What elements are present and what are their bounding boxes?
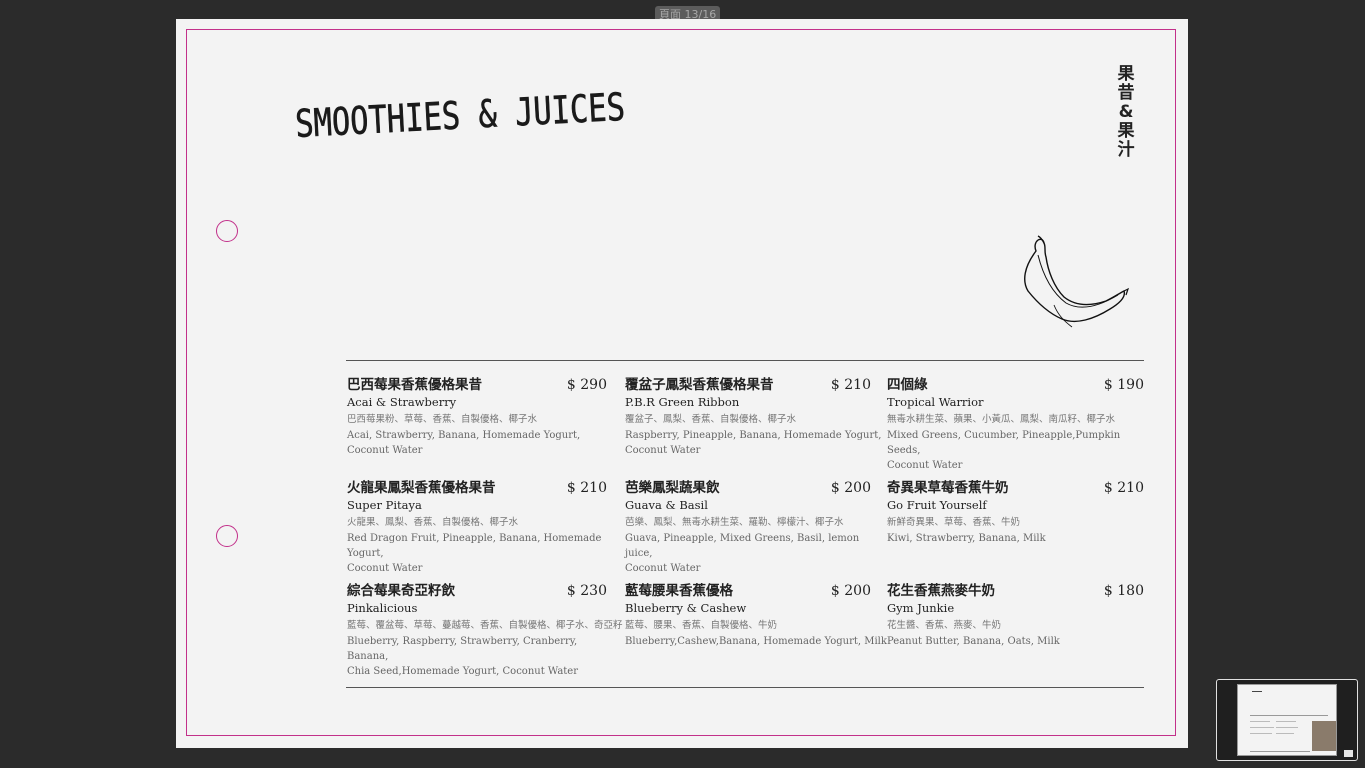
vertical-title-char: 果: [1117, 64, 1135, 84]
vertical-title-char: 果: [1117, 121, 1135, 141]
menu-item: 巴西莓果香蕉優格果昔 $ 290 Acai & Strawberry 巴西莓果粉…: [347, 376, 607, 458]
item-en-name: Gym Junkie: [887, 601, 955, 615]
item-zh-ingredients: 無毒水耕生菜、蘋果、小黃瓜、鳳梨、南瓜籽、椰子水: [887, 414, 1116, 425]
item-price: $ 210: [566, 480, 607, 496]
item-zh-ingredients: 巴西莓果粉、草莓、香蕉、自製優格、椰子水: [347, 414, 538, 425]
banana-sketch-icon: [1024, 235, 1130, 328]
item-price: $ 230: [566, 583, 607, 599]
page-thumbnail-panel[interactable]: [1216, 679, 1358, 761]
item-en-ingredients: Blueberry,Cashew,Banana, Homemade Yogurt…: [625, 636, 887, 647]
item-zh-ingredients: 覆盆子、鳳梨、香蕉、自製優格、椰子水: [625, 414, 797, 425]
item-en-name: Blueberry & Cashew: [625, 601, 747, 615]
item-en-name: Guava & Basil: [625, 498, 708, 512]
item-price: $ 200: [830, 583, 871, 599]
menu-item: 奇異果草莓香蕉牛奶 $ 210 Go Fruit Yourself 新鮮奇異果、…: [887, 479, 1144, 546]
menu-item: 芭樂鳳梨蔬果飲 $ 200 Guava & Basil 芭樂、鳳梨、無毒水耕生菜…: [625, 479, 871, 576]
vertical-title-char: &: [1118, 102, 1134, 122]
menu-page: SMOOTHIES & JUICES 果 昔 & 果 汁 巴西莓果香蕉優格果昔 …: [176, 19, 1188, 748]
item-price: $ 290: [566, 377, 607, 393]
item-en-name: P.B.R Green Ribbon: [625, 395, 740, 409]
page-title: SMOOTHIES & JUICES: [296, 87, 626, 146]
menu-item: 綜合莓果奇亞籽飲 $ 230 Pinkalicious 藍莓、覆盆莓、草莓、蔓越…: [347, 582, 623, 679]
vertical-title-char: 昔: [1117, 83, 1135, 103]
item-price: $ 180: [1103, 583, 1144, 599]
item-zh-ingredients: 藍莓、腰果、香蕉、自製優格、牛奶: [625, 620, 778, 631]
item-price: $ 210: [830, 377, 871, 393]
thumbnail-resize-icon[interactable]: [1344, 750, 1353, 757]
item-zh-ingredients: 新鮮奇異果、草莓、香蕉、牛奶: [887, 517, 1021, 528]
page-thumbnail[interactable]: [1237, 684, 1337, 756]
item-en-ingredients: Mixed Greens, Cucumber, Pineapple,Pumpki…: [887, 430, 1121, 471]
item-zh-ingredients: 藍莓、覆盆莓、草莓、蔓越莓、香蕉、自製優格、椰子水、奇亞籽: [347, 620, 623, 631]
item-zh-ingredients: 芭樂、鳳梨、無毒水耕生菜、羅勒、檸檬汁、椰子水: [625, 517, 844, 528]
item-price: $ 190: [1103, 377, 1144, 393]
svg-text:SMOOTHIES & JUICES: SMOOTHIES & JUICES: [296, 87, 626, 146]
binder-hole-top: [216, 220, 238, 242]
menu-item: 花生香蕉燕麥牛奶 $ 180 Gym Junkie 花生醬、香蕉、燕麥、牛奶 P…: [887, 582, 1144, 649]
menu-item: 火龍果鳳梨香蕉優格果昔 $ 210 Super Pitaya 火龍果、鳳梨、香蕉…: [347, 479, 607, 576]
item-en-name: Super Pitaya: [347, 498, 422, 512]
item-en-name: Pinkalicious: [347, 601, 418, 615]
item-price: $ 210: [1103, 480, 1144, 496]
item-en-name: Go Fruit Yourself: [887, 498, 987, 512]
item-en-name: Acai & Strawberry: [347, 395, 457, 409]
item-en-ingredients: Kiwi, Strawberry, Banana, Milk: [887, 533, 1046, 544]
item-en-ingredients: Blueberry, Raspberry, Strawberry, Cranbe…: [347, 636, 578, 677]
menu-bottom-divider: [346, 687, 1144, 688]
item-zh-ingredients: 火龍果、鳳梨、香蕉、自製優格、椰子水: [347, 517, 519, 528]
item-en-name: Tropical Warrior: [887, 395, 984, 409]
menu-item: 覆盆子鳳梨香蕉優格果昔 $ 210 P.B.R Green Ribbon 覆盆子…: [625, 376, 881, 458]
binder-hole-bottom: [216, 525, 238, 547]
menu-item: 四個綠 $ 190 Tropical Warrior 無毒水耕生菜、蘋果、小黃瓜…: [887, 376, 1144, 473]
vertical-title: 果 昔 & 果 汁: [1112, 65, 1140, 160]
item-en-ingredients: Raspberry, Pineapple, Banana, Homemade Y…: [625, 430, 882, 456]
item-price: $ 200: [830, 480, 871, 496]
item-zh-ingredients: 花生醬、香蕉、燕麥、牛奶: [887, 620, 1002, 631]
menu-item: 藍莓腰果香蕉優格 $ 200 Blueberry & Cashew 藍莓、腰果、…: [625, 582, 887, 649]
item-en-ingredients: Acai, Strawberry, Banana, Homemade Yogur…: [347, 430, 581, 456]
menu-top-divider: [346, 360, 1144, 361]
item-en-ingredients: Guava, Pineapple, Mixed Greens, Basil, l…: [625, 533, 860, 574]
vertical-title-char: 汁: [1117, 140, 1135, 160]
item-en-ingredients: Red Dragon Fruit, Pineapple, Banana, Hom…: [347, 533, 602, 574]
item-en-ingredients: Peanut Butter, Banana, Oats, Milk: [887, 636, 1060, 647]
